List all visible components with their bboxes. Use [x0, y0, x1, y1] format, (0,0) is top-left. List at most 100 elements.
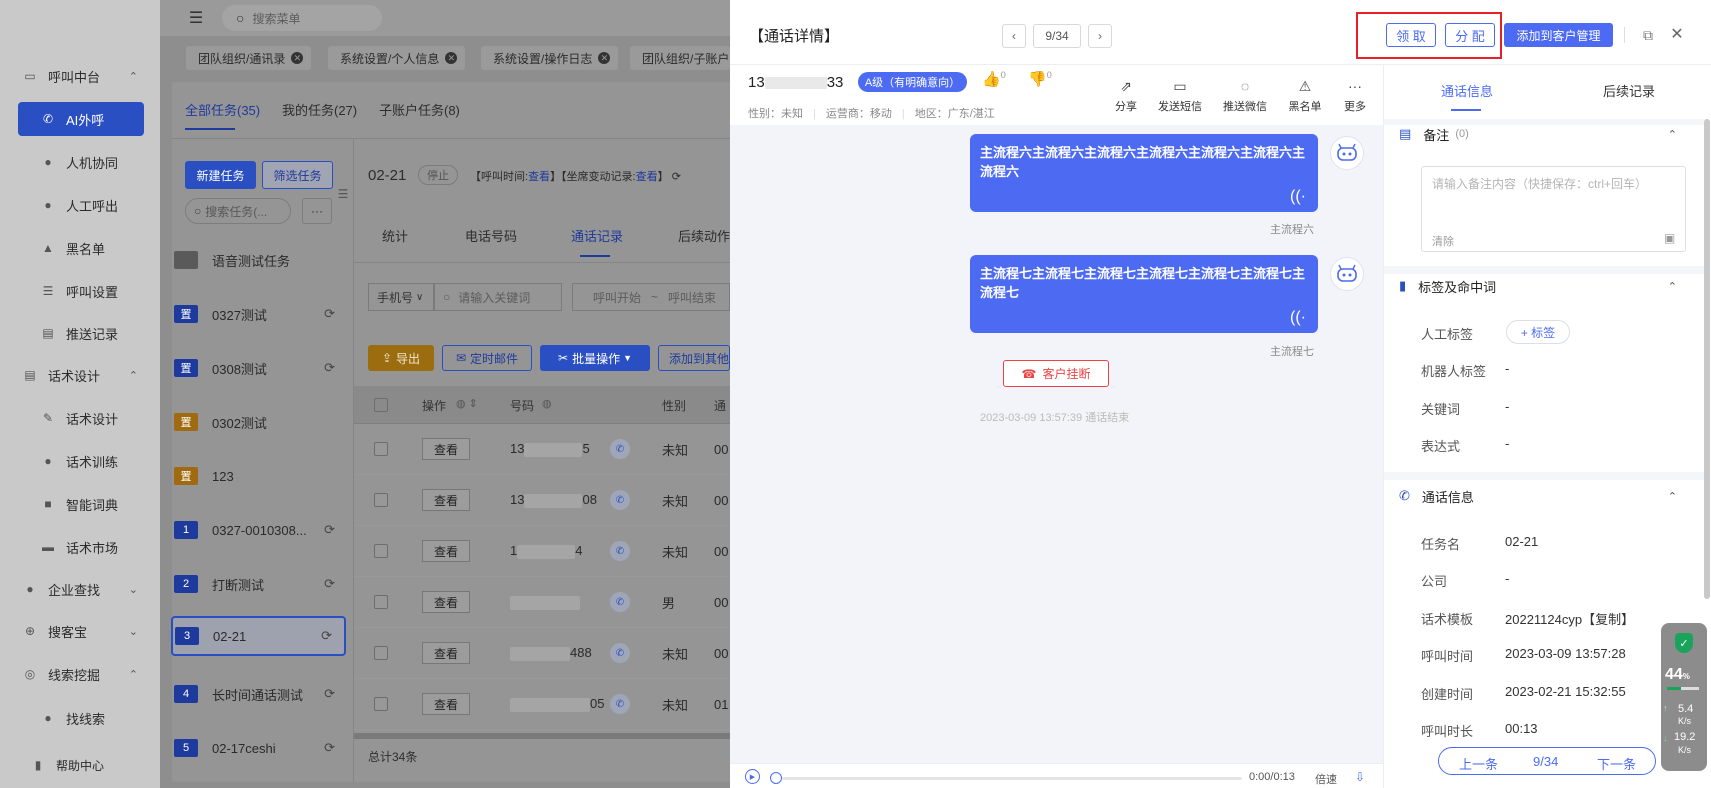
- table-row[interactable]: 查看 05 ✆ 未知 01: [354, 679, 730, 730]
- task-item[interactable]: 置 0327测试 ⟳: [172, 290, 347, 338]
- view-button[interactable]: 查看: [422, 642, 470, 664]
- row-checkbox[interactable]: [374, 697, 388, 711]
- view-button[interactable]: 查看: [422, 540, 470, 562]
- remark-section-header[interactable]: ▤ 备注 (0) ⌃: [1385, 114, 1705, 154]
- sidebar-item-script-design[interactable]: ✎ 话术设计: [0, 400, 160, 436]
- table-row[interactable]: 查看 13 08 ✆ 未知 00: [354, 475, 730, 526]
- task-tab-mine[interactable]: 我的任务(27): [282, 100, 357, 119]
- sidebar-group-script-design[interactable]: ▤ 话术设计 ⌃: [0, 357, 160, 393]
- sidebar-item-script-market[interactable]: ▬ 话术市场: [0, 529, 160, 565]
- more-actions-button[interactable]: ··· 更多: [1330, 78, 1380, 114]
- select-all-checkbox[interactable]: [374, 398, 388, 412]
- task-item[interactable]: 置 0308测试 ⟳: [172, 344, 347, 392]
- view-button[interactable]: 查看: [422, 591, 470, 613]
- refresh-icon[interactable]: ⟳: [324, 360, 335, 376]
- refresh-icon[interactable]: ⟳: [324, 522, 335, 538]
- network-widget[interactable]: ✓ 44% ↑ 5.4 K/s ↓ 19.2 K/s: [1661, 623, 1707, 771]
- download-icon[interactable]: ⇩: [1353, 770, 1367, 784]
- phone-icon[interactable]: ✆: [610, 592, 630, 612]
- menu-search-box[interactable]: ○ 搜索菜单: [222, 5, 382, 31]
- task-item[interactable]: 语音测试任务: [172, 236, 347, 284]
- refresh-icon[interactable]: ⟳: [321, 628, 332, 644]
- window-icon[interactable]: ⧉: [1639, 26, 1657, 44]
- sidebar-item-human-machine[interactable]: ● 人机协同: [0, 144, 160, 180]
- table-row[interactable]: 查看 488 ✆ 未知 00: [354, 628, 730, 679]
- remark-input[interactable]: 请输入备注内容（快捷保存：ctrl+回车） 清除 ▣: [1421, 166, 1686, 252]
- view-button[interactable]: 查看: [422, 489, 470, 511]
- sidebar-item-manual-call[interactable]: ● 人工呼出: [0, 187, 160, 223]
- row-checkbox[interactable]: [374, 493, 388, 507]
- save-icon[interactable]: ▣: [1664, 231, 1675, 245]
- row-checkbox[interactable]: [374, 595, 388, 609]
- share-button[interactable]: ⇗ 分享: [1101, 78, 1151, 114]
- view-button[interactable]: 查看: [422, 693, 470, 715]
- phone-icon[interactable]: ✆: [610, 643, 630, 663]
- tab-follow-records[interactable]: 后续记录: [1603, 81, 1655, 100]
- sidebar-item-script-training[interactable]: ● 话术训练: [0, 443, 160, 479]
- table-row[interactable]: 查看 1 4 ✆ 未知 00: [354, 526, 730, 577]
- row-checkbox[interactable]: [374, 646, 388, 660]
- refresh-icon[interactable]: ⟳: [672, 171, 681, 183]
- task-item-selected[interactable]: 3 02-21 ⟳: [171, 616, 346, 656]
- task-item[interactable]: 5 02-17ceshi ⟳: [172, 724, 347, 772]
- blacklist-button[interactable]: ⚠ 黑名单: [1280, 78, 1330, 114]
- add-to-customer-button[interactable]: 添加到客户管理: [1504, 23, 1613, 47]
- task-item[interactable]: 置 0302测试: [172, 398, 347, 446]
- task-tab-all[interactable]: 全部任务(35): [185, 100, 260, 119]
- speed-button[interactable]: 倍速: [1315, 771, 1337, 787]
- sidebar-item-call-settings[interactable]: ☰ 呼叫设置: [0, 273, 160, 309]
- refresh-icon[interactable]: ⟳: [324, 576, 335, 592]
- next-record-button[interactable]: 下一条: [1597, 754, 1636, 773]
- task-item[interactable]: 1 0327-0010308... ⟳: [172, 506, 347, 554]
- close-icon[interactable]: ✕: [598, 52, 611, 64]
- table-row[interactable]: 查看 13 5 ✆ 未知 00: [354, 424, 730, 475]
- progress-track[interactable]: [782, 777, 1242, 780]
- close-icon[interactable]: ✕: [291, 52, 304, 64]
- more-button[interactable]: ···: [302, 198, 332, 224]
- row-checkbox[interactable]: [374, 442, 388, 456]
- call-time-range[interactable]: 呼叫开始 ~ 呼叫结束: [572, 283, 730, 311]
- sidebar-group-soukebao[interactable]: ⊕ 搜客宝 ⌄: [0, 613, 160, 649]
- refresh-icon[interactable]: ⟳: [324, 686, 335, 702]
- row-checkbox[interactable]: [374, 544, 388, 558]
- export-button[interactable]: ⇪ 导出: [368, 345, 434, 371]
- call-time-link[interactable]: 查看: [528, 171, 550, 183]
- subtab-phones[interactable]: 电话号码: [465, 226, 517, 245]
- call-info-section-header[interactable]: ✆ 通话信息 ⌃: [1385, 476, 1705, 516]
- prev-record-button[interactable]: 上一条: [1459, 754, 1498, 773]
- dislike-button[interactable]: 👎0: [1028, 70, 1052, 88]
- add-tag-button[interactable]: + 标签: [1506, 320, 1570, 344]
- assign-button[interactable]: 分 配: [1445, 23, 1495, 47]
- sidebar-item-dictionary[interactable]: ■ 智能词典: [0, 486, 160, 522]
- batch-action-button[interactable]: ✂ 批量操作 ▼: [540, 345, 650, 371]
- send-sms-button[interactable]: ▭ 发送短信: [1155, 78, 1205, 114]
- open-tab-4[interactable]: 团队组织/子账户: [630, 46, 730, 70]
- play-icon[interactable]: ▶: [745, 769, 760, 784]
- sidebar-item-ai-call[interactable]: ✆ AI外呼: [18, 102, 144, 136]
- task-item[interactable]: 4 长时间通话测试 ⟳: [172, 670, 347, 718]
- phone-icon[interactable]: ✆: [610, 439, 630, 459]
- open-tab-3[interactable]: 系统设置/操作日志 ✕: [481, 46, 619, 70]
- task-search-input[interactable]: ○ 搜索任务(...: [185, 198, 291, 224]
- sidebar-item-push-records[interactable]: ▤ 推送记录: [0, 315, 160, 351]
- tags-section-header[interactable]: ▮ 标签及命中词 ⌃: [1385, 266, 1705, 306]
- sidebar-group-lead-mining[interactable]: ◎ 线索挖掘 ⌃: [0, 656, 160, 692]
- sidebar-item-blacklist[interactable]: ▲ 黑名单: [0, 230, 160, 266]
- sidebar-group-company-search[interactable]: ● 企业查找 ⌄: [0, 571, 160, 607]
- open-tab-1[interactable]: 团队组织/通讯录 ✕: [186, 46, 312, 70]
- push-wechat-button[interactable]: ◌ 推送微信: [1220, 78, 1270, 114]
- help-center-link[interactable]: ▮ 帮助中心: [0, 747, 160, 783]
- open-tab-2[interactable]: 系统设置/个人信息 ✕: [328, 46, 466, 70]
- sidebar-group-call-center[interactable]: ▭ 呼叫中台 ⌃: [0, 58, 160, 94]
- vertical-scrollbar[interactable]: [1704, 119, 1710, 599]
- task-item[interactable]: 2 打断测试 ⟳: [172, 560, 347, 608]
- phone-icon[interactable]: ✆: [610, 490, 630, 510]
- subtab-follow[interactable]: 后续动作: [678, 226, 730, 245]
- like-button[interactable]: 👍0: [982, 70, 1006, 88]
- menu-toggle-icon[interactable]: ☰: [186, 8, 206, 28]
- progress-handle[interactable]: [770, 772, 782, 784]
- prev-record-icon[interactable]: ‹: [1002, 24, 1026, 48]
- keyword-input[interactable]: ○ 请输入关键词: [434, 283, 562, 311]
- view-button[interactable]: 查看: [422, 438, 470, 460]
- sidebar-item-find-leads[interactable]: ● 找线索: [0, 700, 160, 736]
